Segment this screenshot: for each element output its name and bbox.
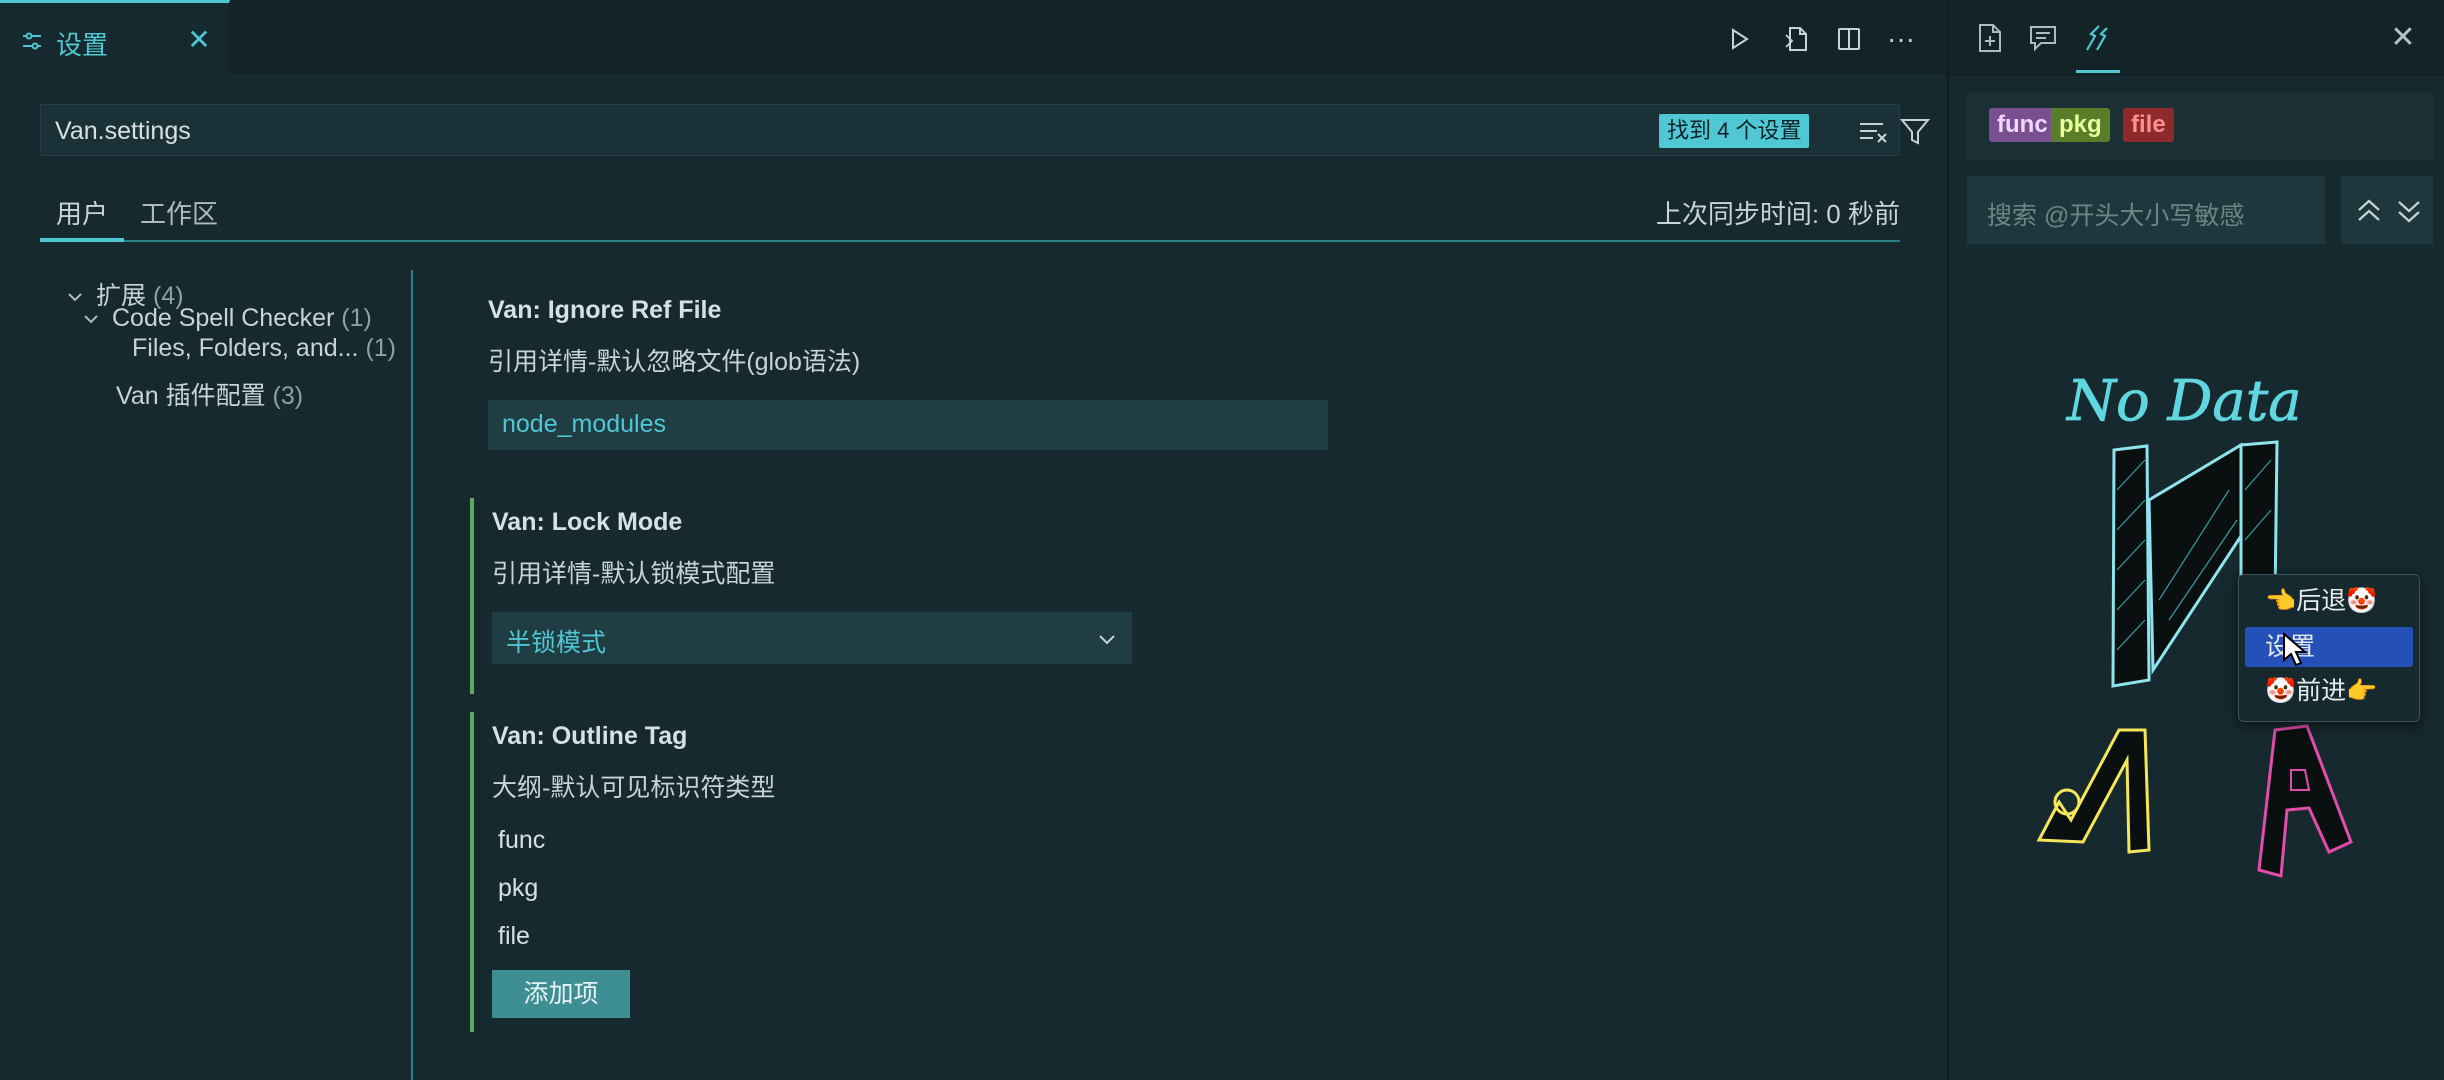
add-item-button[interactable]: 添加项: [492, 970, 630, 1018]
panel-header: ✕: [1949, 0, 2444, 76]
editor-tab-bar: 设置 ✕ ···: [0, 0, 1947, 74]
more-actions-icon[interactable]: ···: [1884, 22, 1918, 56]
toc-count: (1): [365, 334, 396, 362]
van-side-panel: ✕ func pkg file 搜索 @开头大小写敏感 No Data: [1947, 0, 2444, 1080]
setting-title: Van: Ignore Ref File: [488, 296, 722, 324]
setting-ignore-ref-file: Van: Ignore Ref File 引用详情-默认忽略文件(glob语法)…: [470, 286, 1770, 476]
list-item[interactable]: pkg: [498, 874, 538, 903]
toc-count: (1): [341, 304, 372, 332]
tag-filter-bar: func pkg file: [1967, 92, 2433, 160]
open-json-icon[interactable]: [1780, 22, 1814, 56]
toc-label: Van 插件配置: [116, 382, 266, 410]
active-tab-indicator: [40, 238, 124, 242]
setting-title: Van: Lock Mode: [492, 508, 683, 536]
tag-func[interactable]: func: [1989, 108, 2056, 142]
settings-toc: 扩展 (4) Code Spell Checker (1) Files, Fol…: [40, 270, 412, 1080]
tab-settings[interactable]: 设置 ✕: [0, 0, 230, 74]
chevron-up-double-icon[interactable]: [2355, 198, 2383, 224]
menu-item-settings[interactable]: 设置: [2245, 627, 2413, 667]
setting-description: 引用详情-默认忽略文件(glob语法): [488, 348, 861, 376]
close-icon[interactable]: ✕: [186, 26, 212, 54]
lock-mode-value: 半锁模式: [506, 629, 607, 657]
active-view-indicator: [2076, 70, 2120, 73]
menu-item-forward[interactable]: 🤡前进👉: [2245, 671, 2413, 711]
chevron-down-icon: [1099, 635, 1115, 645]
menu-item-back[interactable]: 👈后退🤡: [2245, 581, 2413, 621]
run-icon[interactable]: [1722, 22, 1756, 56]
toc-item-van-config[interactable]: Van 插件配置 (3): [116, 376, 303, 412]
close-icon[interactable]: ✕: [2389, 23, 2417, 53]
clear-filter-icon[interactable]: [1857, 115, 1889, 147]
split-editor-icon[interactable]: [1832, 22, 1866, 56]
chevron-down-double-icon[interactable]: [2395, 198, 2423, 224]
list-item[interactable]: func: [498, 826, 545, 855]
toc-label: Code Spell Checker: [112, 304, 335, 332]
ignore-ref-file-input[interactable]: node_modules: [488, 400, 1328, 450]
tab-title: 设置: [56, 30, 109, 60]
setting-title: Van: Outline Tag: [492, 722, 688, 750]
no-data-text: No Data: [2065, 369, 2302, 434]
toc-divider: [411, 270, 413, 1080]
mouse-cursor-icon: [2283, 632, 2308, 667]
settings-list: Van: Ignore Ref File 引用详情-默认忽略文件(glob语法)…: [470, 280, 1910, 1080]
tab-workspace[interactable]: 工作区: [140, 194, 218, 231]
panel-nav-buttons: [2341, 176, 2433, 244]
context-menu: 👈后退🤡 设置 🤡前进👉: [2238, 574, 2420, 722]
toc-item-code-spell-checker[interactable]: Code Spell Checker (1): [82, 304, 372, 333]
sync-status: 上次同步时间: 0 秒前: [1655, 199, 1900, 229]
panel-search-input[interactable]: 搜索 @开头大小写敏感: [1967, 176, 2325, 244]
settings-sliders-icon: [20, 29, 44, 53]
chevron-down-icon: [84, 315, 98, 324]
tab-user[interactable]: 用户: [56, 194, 108, 231]
search-placeholder: 搜索 @开头大小写敏感: [1987, 202, 2245, 230]
new-file-icon[interactable]: [1975, 22, 2009, 56]
setting-lock-mode: Van: Lock Mode 引用详情-默认锁模式配置 半锁模式: [470, 498, 1770, 694]
filter-icon[interactable]: [1899, 115, 1931, 147]
settings-search-input[interactable]: Van.settings 找到 4 个设置: [40, 104, 1931, 156]
tag-file[interactable]: file: [2123, 108, 2174, 142]
list-item[interactable]: file: [498, 922, 530, 951]
toc-item-files-folders[interactable]: Files, Folders, and... (1): [132, 334, 396, 363]
setting-description: 引用详情-默认锁模式配置: [492, 560, 776, 588]
setting-description: 大纲-默认可见标识符类型: [492, 774, 776, 802]
settings-editor: 设置 ✕ ··· Van.settings 找到 4 个设置 用户 工作区 上次…: [0, 0, 1947, 1080]
result-count-badge: 找到 4 个设置: [1659, 114, 1810, 148]
settings-scope-tabs: 用户 工作区 上次同步时间: 0 秒前: [40, 180, 1900, 242]
tag-pkg[interactable]: pkg: [2051, 108, 2110, 142]
toc-count: (3): [272, 382, 304, 410]
search-value: Van.settings: [55, 117, 191, 145]
comment-icon[interactable]: [2027, 22, 2061, 56]
toc-label: Files, Folders, and...: [132, 334, 359, 362]
lock-mode-select[interactable]: 半锁模式: [492, 612, 1132, 664]
setting-outline-tag: Van: Outline Tag 大纲-默认可见标识符类型 func pkg f…: [470, 712, 1770, 1032]
references-icon[interactable]: [2081, 22, 2115, 56]
